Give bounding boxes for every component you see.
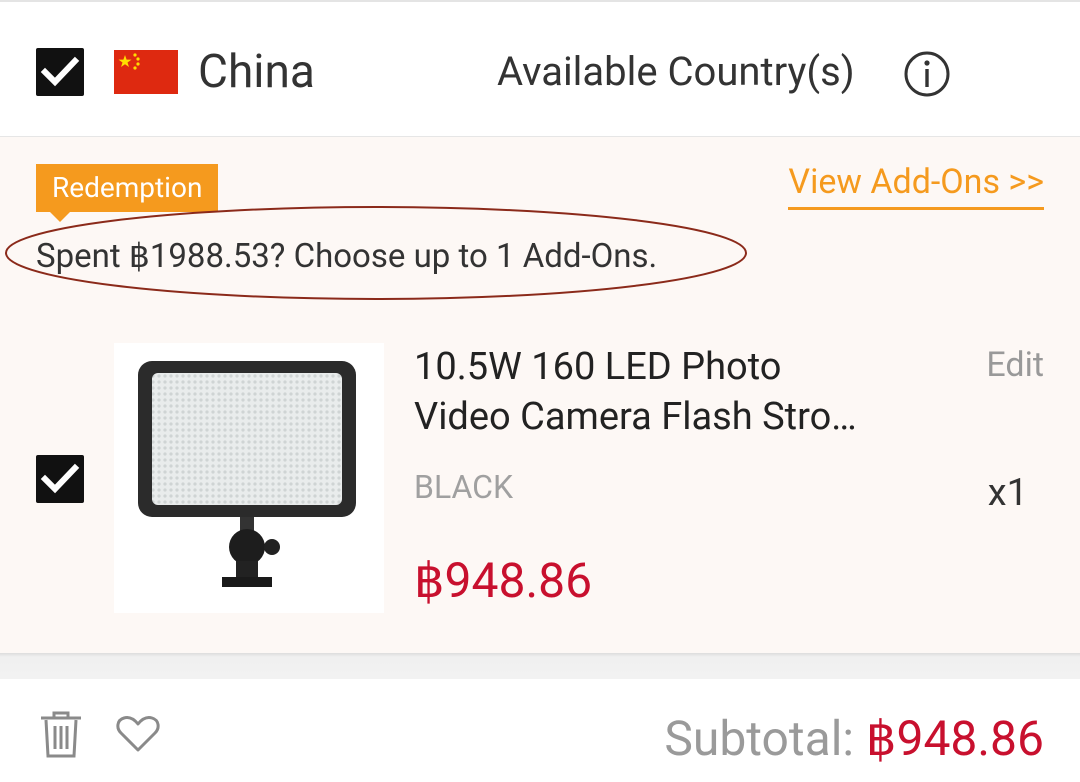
led-panel-image xyxy=(138,361,356,587)
item-checkbox[interactable] xyxy=(36,455,84,503)
product-image[interactable] xyxy=(114,343,384,613)
annotation-ellipse xyxy=(5,206,747,300)
subtotal: Subtotal: ฿948.86 xyxy=(664,709,1044,769)
heart-icon[interactable] xyxy=(116,715,160,753)
product-title-line1: 10.5W 160 LED Photo xyxy=(414,345,782,389)
section-separator xyxy=(0,653,1080,679)
promotion-group: Redemption View Add-Ons >> Spent ฿1988.5… xyxy=(0,137,1080,653)
available-countries-label[interactable]: Available Country(s) xyxy=(497,42,855,102)
subtotal-label: Subtotal: xyxy=(664,710,855,767)
trash-icon[interactable] xyxy=(38,709,84,759)
edit-button[interactable]: Edit xyxy=(986,341,1044,389)
info-icon[interactable] xyxy=(903,50,951,98)
product-price: ฿948.86 xyxy=(414,552,593,609)
country-name: China xyxy=(198,45,315,99)
view-addons-link[interactable]: View Add-Ons >> xyxy=(788,159,1044,210)
product-title[interactable]: 10.5W 160 LED Photo Video Camera Flash S… xyxy=(414,342,934,442)
store-header: China Available Country(s) xyxy=(0,2,1080,138)
product-title-line2: Video Camera Flash Stro… xyxy=(414,395,857,439)
china-flag-icon xyxy=(114,50,178,94)
product-variant: BLACK xyxy=(414,468,514,506)
product-quantity: x1 xyxy=(987,471,1028,515)
store-checkbox[interactable] xyxy=(36,48,84,96)
subtotal-value: ฿948.86 xyxy=(865,710,1044,767)
cart-footer: Subtotal: ฿948.86 xyxy=(0,679,1080,782)
checkmark-icon xyxy=(40,463,80,494)
checkmark-icon xyxy=(40,56,80,87)
